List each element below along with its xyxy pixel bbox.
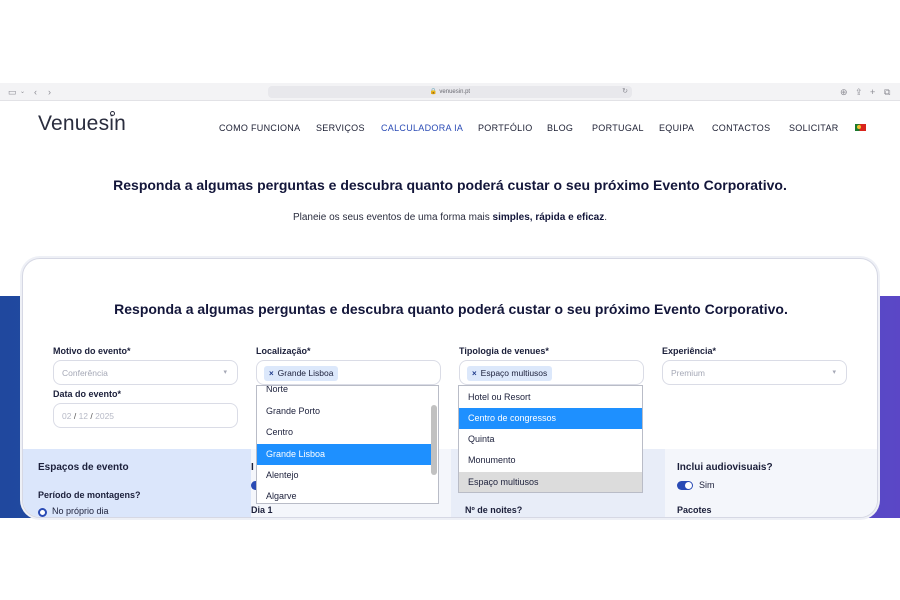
localizacao-label: Localização* (256, 346, 311, 356)
dia-label: Dia 1 (251, 505, 273, 515)
chevron-down-icon: ▾ (223, 369, 227, 376)
nav-calculadora-ia[interactable]: CALCULADORA IA (381, 123, 463, 133)
noites-label: Nº de noites? (465, 505, 523, 515)
nav-solicitar[interactable]: SOLICITAR (789, 123, 839, 133)
option-centro-congressos[interactable]: Centro de congressos (459, 408, 642, 429)
browser-toolbar: ▭ ⌄ ‹ › 🔒 venuesin.pt ↻ ⊕ ⇪ + ⧉ (0, 83, 900, 101)
tipologia-label: Tipologia de venues* (459, 346, 549, 356)
url-text: venuesin.pt (439, 89, 471, 95)
map-pin-icon (110, 111, 115, 116)
tabs-overview-icon[interactable]: ⧉ (884, 86, 890, 98)
experiencia-placeholder: Premium (671, 368, 706, 378)
hero-subline: Planeie os seus eventos de uma forma mai… (0, 212, 900, 223)
download-icon[interactable]: ⊕ (840, 86, 848, 98)
details-section: Espaços de evento Período de montagens? … (23, 449, 877, 517)
localizacao-dropdown: Norte Grande Porto Centro Grande Lisboa … (256, 385, 439, 504)
sidebar-icon[interactable]: ▭ (8, 86, 17, 98)
data-label: Data do evento* (53, 389, 122, 399)
date-month: 12 (78, 411, 89, 421)
lock-icon: 🔒 (429, 89, 438, 95)
subline-bold: simples, rápida e eficaz (492, 212, 605, 223)
subline-text: Planeie os seus eventos de uma forma mai… (292, 212, 493, 223)
audiovisuais-sim-label: Sim (699, 480, 715, 490)
new-tab-icon[interactable]: + (870, 86, 875, 98)
experiencia-label: Experiência* (662, 346, 717, 356)
date-value: 02 / 12 / 2025 (62, 411, 115, 421)
localizacao-select[interactable]: × Grande Lisboa (256, 360, 441, 385)
option-espaco-multiusos[interactable]: Espaço multiusos (459, 472, 642, 492)
option-hotel-resort[interactable]: Hotel ou Resort (459, 387, 642, 408)
dropdown-scrollbar[interactable] (431, 405, 437, 475)
option-quinta[interactable]: Quinta (459, 429, 642, 450)
option-grande-porto[interactable]: Grande Porto (257, 401, 432, 422)
audiovisuais-label: Inclui audiovisuais? (677, 462, 773, 473)
option-grande-lisboa[interactable]: Grande Lisboa (257, 444, 432, 465)
pacotes-label: Pacotes (677, 505, 712, 515)
option-monumento[interactable]: Monumento (459, 450, 642, 471)
remove-icon[interactable]: × (269, 369, 274, 378)
reload-icon[interactable]: ↻ (622, 86, 628, 98)
back-icon[interactable]: ‹ (34, 86, 37, 98)
data-input[interactable]: 02 / 12 / 2025 (53, 403, 238, 428)
nav-portugal[interactable]: PORTUGAL (592, 123, 644, 133)
chip-label: Espaço multiusos (480, 368, 548, 378)
motivo-select[interactable]: Conferência ▾ (53, 360, 238, 385)
periodo-label: Período de montagens? (38, 490, 141, 500)
motivo-label: Motivo do evento* (53, 346, 131, 356)
portugal-flag-icon[interactable] (855, 124, 866, 131)
option-algarve[interactable]: Algarve (257, 486, 432, 503)
tipologia-select[interactable]: × Espaço multiusos (459, 360, 644, 385)
form-title: Responda a algumas perguntas e descubra … (114, 301, 788, 317)
espacos-heading: Espaços de evento (38, 462, 129, 473)
audiovisuais-toggle[interactable] (677, 481, 693, 490)
chip-label: Grande Lisboa (277, 368, 334, 378)
nav-servicos[interactable]: SERVIÇOS (316, 123, 365, 133)
date-year: 2025 (95, 411, 115, 421)
nav-portfolio[interactable]: PORTFÓLIO (478, 123, 533, 133)
tipologia-dropdown: Hotel ou Resort Centro de congressos Qui… (458, 385, 643, 493)
option-centro[interactable]: Centro (257, 422, 432, 443)
tipologia-chip[interactable]: × Espaço multiusos (467, 366, 553, 381)
nav-como-funciona[interactable]: COMO FUNCIONA (219, 123, 300, 133)
motivo-placeholder: Conferência (62, 368, 108, 378)
nav-blog[interactable]: BLOG (547, 123, 573, 133)
nav-contactos[interactable]: CONTACTOS (712, 123, 770, 133)
chevron-down-icon: ▾ (832, 369, 836, 376)
localizacao-chip[interactable]: × Grande Lisboa (264, 366, 339, 381)
remove-icon[interactable]: × (472, 369, 477, 378)
hero-headline: Responda a algumas perguntas e descubra … (113, 177, 787, 193)
proprio-dia-label: No próprio dia (52, 506, 109, 516)
address-bar[interactable]: 🔒 venuesin.pt ↻ (268, 86, 632, 98)
experiencia-select[interactable]: Premium ▾ (662, 360, 847, 385)
subline-suffix: . (604, 212, 608, 223)
col2-heading-partial: I (251, 462, 254, 473)
calculator-card: Responda a algumas perguntas e descubra … (22, 258, 878, 518)
chevron-down-icon[interactable]: ⌄ (20, 86, 25, 98)
forward-icon[interactable]: › (48, 86, 51, 98)
option-norte[interactable]: Norte (257, 386, 432, 400)
share-icon[interactable]: ⇪ (855, 86, 863, 98)
radio-proprio-dia[interactable] (38, 508, 47, 517)
option-alentejo[interactable]: Alentejo (257, 465, 432, 486)
nav-equipa[interactable]: EQUIPA (659, 123, 694, 133)
